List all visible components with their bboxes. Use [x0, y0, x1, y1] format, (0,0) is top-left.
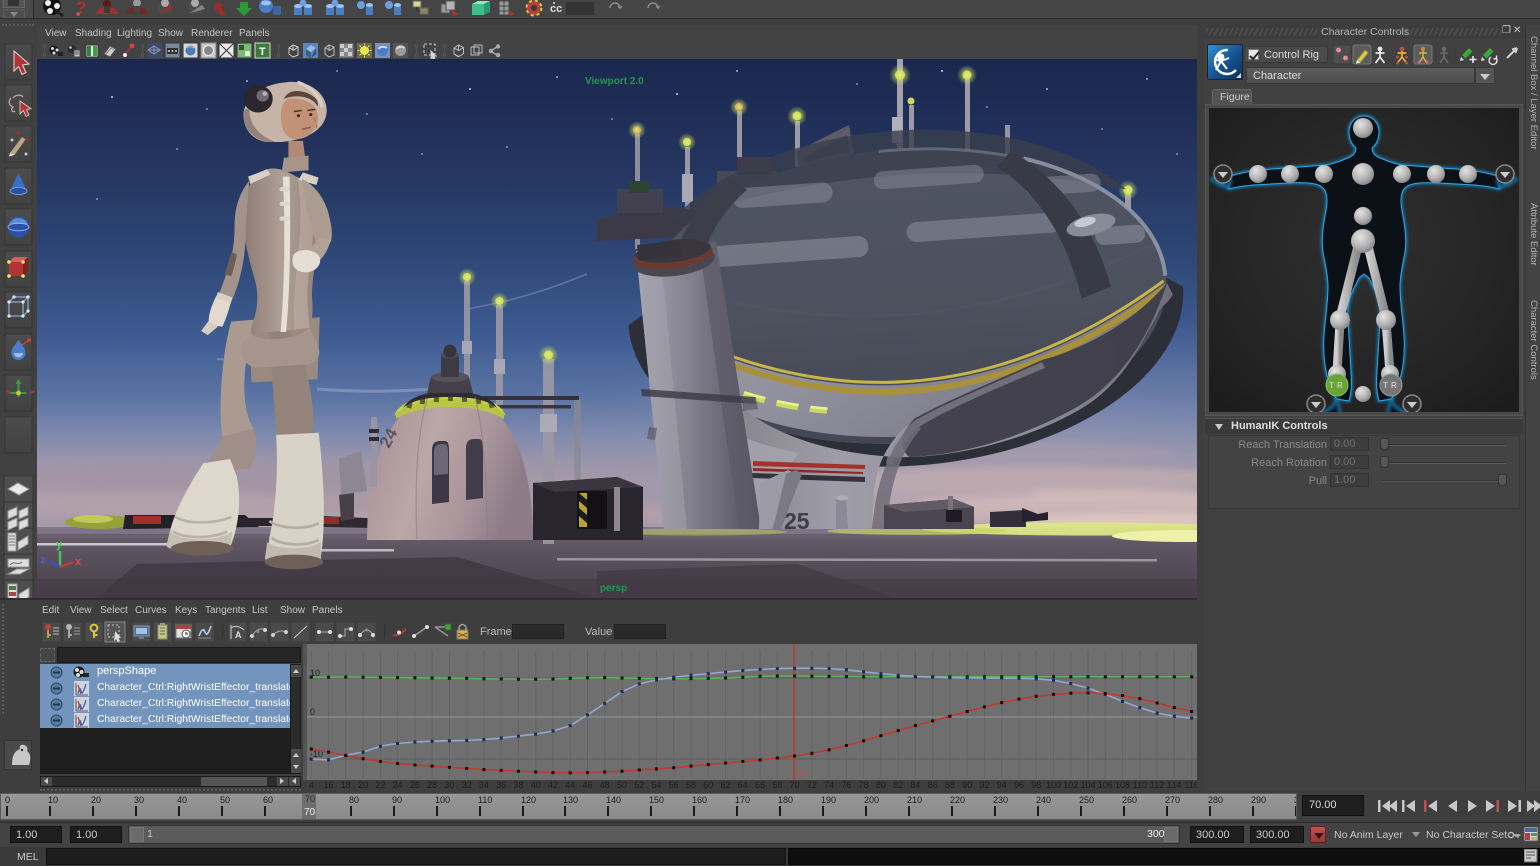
svg-text:18: 18 [341, 780, 351, 790]
svg-text:64: 64 [738, 780, 748, 790]
svg-text:10: 10 [48, 795, 58, 805]
svg-text:54: 54 [651, 780, 661, 790]
svg-text:114: 114 [1167, 780, 1181, 790]
svg-text:240: 240 [1036, 795, 1051, 805]
svg-text:290: 290 [1251, 795, 1266, 805]
svg-text:98: 98 [1031, 780, 1041, 790]
svg-text:25: 25 [784, 508, 810, 534]
svg-text:108: 108 [1115, 780, 1130, 790]
svg-text:T: T [1383, 381, 1388, 390]
svg-text:40: 40 [177, 795, 187, 805]
svg-text:90: 90 [392, 795, 402, 805]
svg-text:R: R [1337, 381, 1343, 390]
svg-text:80: 80 [349, 795, 359, 805]
svg-text:100: 100 [1046, 780, 1061, 790]
svg-text:120: 120 [521, 795, 536, 805]
svg-text:102: 102 [1063, 780, 1078, 790]
svg-text:y: y [56, 539, 63, 551]
svg-text:cc: cc [550, 3, 562, 15]
svg-text:24: 24 [393, 780, 403, 790]
svg-text:300: 300 [1294, 795, 1297, 805]
svg-text:140: 140 [606, 795, 621, 805]
svg-text:78: 78 [859, 780, 869, 790]
svg-text:persp: persp [600, 583, 627, 594]
svg-text:56: 56 [669, 780, 679, 790]
svg-text:32: 32 [462, 780, 472, 790]
svg-text:62: 62 [721, 780, 731, 790]
svg-text:70: 70 [797, 769, 807, 779]
svg-text:280: 280 [1208, 795, 1223, 805]
svg-text:22: 22 [375, 780, 385, 790]
svg-text:92: 92 [979, 780, 989, 790]
svg-text:20: 20 [358, 780, 368, 790]
svg-text:R: R [1391, 381, 1397, 390]
svg-text:30: 30 [134, 795, 144, 805]
svg-text:100: 100 [435, 795, 450, 805]
svg-text:86: 86 [928, 780, 938, 790]
svg-text:190: 190 [821, 795, 836, 805]
svg-text:210: 210 [907, 795, 922, 805]
svg-text:60: 60 [703, 780, 713, 790]
svg-text:170: 170 [735, 795, 750, 805]
svg-text:270: 270 [1165, 795, 1180, 805]
svg-text:230: 230 [993, 795, 1008, 805]
svg-text:88: 88 [945, 780, 955, 790]
svg-text:20: 20 [91, 795, 101, 805]
svg-text:40: 40 [531, 780, 541, 790]
svg-text:26: 26 [410, 780, 420, 790]
svg-text:0: 0 [5, 795, 10, 805]
svg-text:34: 34 [479, 780, 489, 790]
svg-text:260: 260 [1122, 795, 1137, 805]
svg-text:52: 52 [634, 780, 644, 790]
svg-text:T: T [1329, 381, 1334, 390]
svg-text:110: 110 [478, 795, 492, 805]
svg-text:180: 180 [778, 795, 793, 805]
svg-text:66: 66 [755, 780, 765, 790]
svg-text:116: 116 [1184, 780, 1197, 790]
svg-text:16: 16 [324, 780, 334, 790]
svg-text:30: 30 [444, 780, 454, 790]
svg-text:Viewport 2.0: Viewport 2.0 [585, 76, 644, 87]
svg-text:58: 58 [686, 780, 696, 790]
svg-text:68: 68 [772, 780, 782, 790]
svg-text:50: 50 [617, 780, 627, 790]
svg-text:96: 96 [1014, 780, 1024, 790]
svg-text:112: 112 [1150, 780, 1164, 790]
svg-text:0: 0 [310, 707, 315, 717]
svg-text:x: x [75, 556, 82, 568]
svg-text:50: 50 [220, 795, 230, 805]
svg-text:220: 220 [950, 795, 965, 805]
svg-text:z: z [40, 554, 46, 566]
svg-text:4: 4 [309, 780, 314, 790]
svg-text:42: 42 [548, 780, 558, 790]
svg-text:44: 44 [565, 780, 575, 790]
svg-text:60: 60 [263, 795, 273, 805]
svg-text:38: 38 [513, 780, 523, 790]
svg-text:106: 106 [1098, 780, 1113, 790]
svg-text:T: T [259, 46, 266, 58]
svg-text:84: 84 [910, 780, 920, 790]
svg-text:70: 70 [790, 780, 800, 790]
svg-text:150: 150 [649, 795, 664, 805]
svg-text:80: 80 [876, 780, 886, 790]
svg-text:46: 46 [582, 780, 592, 790]
svg-text:72: 72 [807, 780, 817, 790]
svg-text:160: 160 [692, 795, 707, 805]
svg-text:82: 82 [893, 780, 903, 790]
svg-text:250: 250 [1079, 795, 1094, 805]
svg-text:94: 94 [997, 780, 1007, 790]
svg-text:76: 76 [841, 780, 851, 790]
svg-text:90: 90 [962, 780, 972, 790]
svg-text:28: 28 [427, 780, 437, 790]
svg-text:48: 48 [600, 780, 610, 790]
svg-text:200: 200 [864, 795, 879, 805]
svg-text:74: 74 [824, 780, 834, 790]
svg-text:110: 110 [1133, 780, 1147, 790]
svg-text:36: 36 [496, 780, 506, 790]
svg-text:130: 130 [563, 795, 578, 805]
svg-text:104: 104 [1080, 780, 1095, 790]
